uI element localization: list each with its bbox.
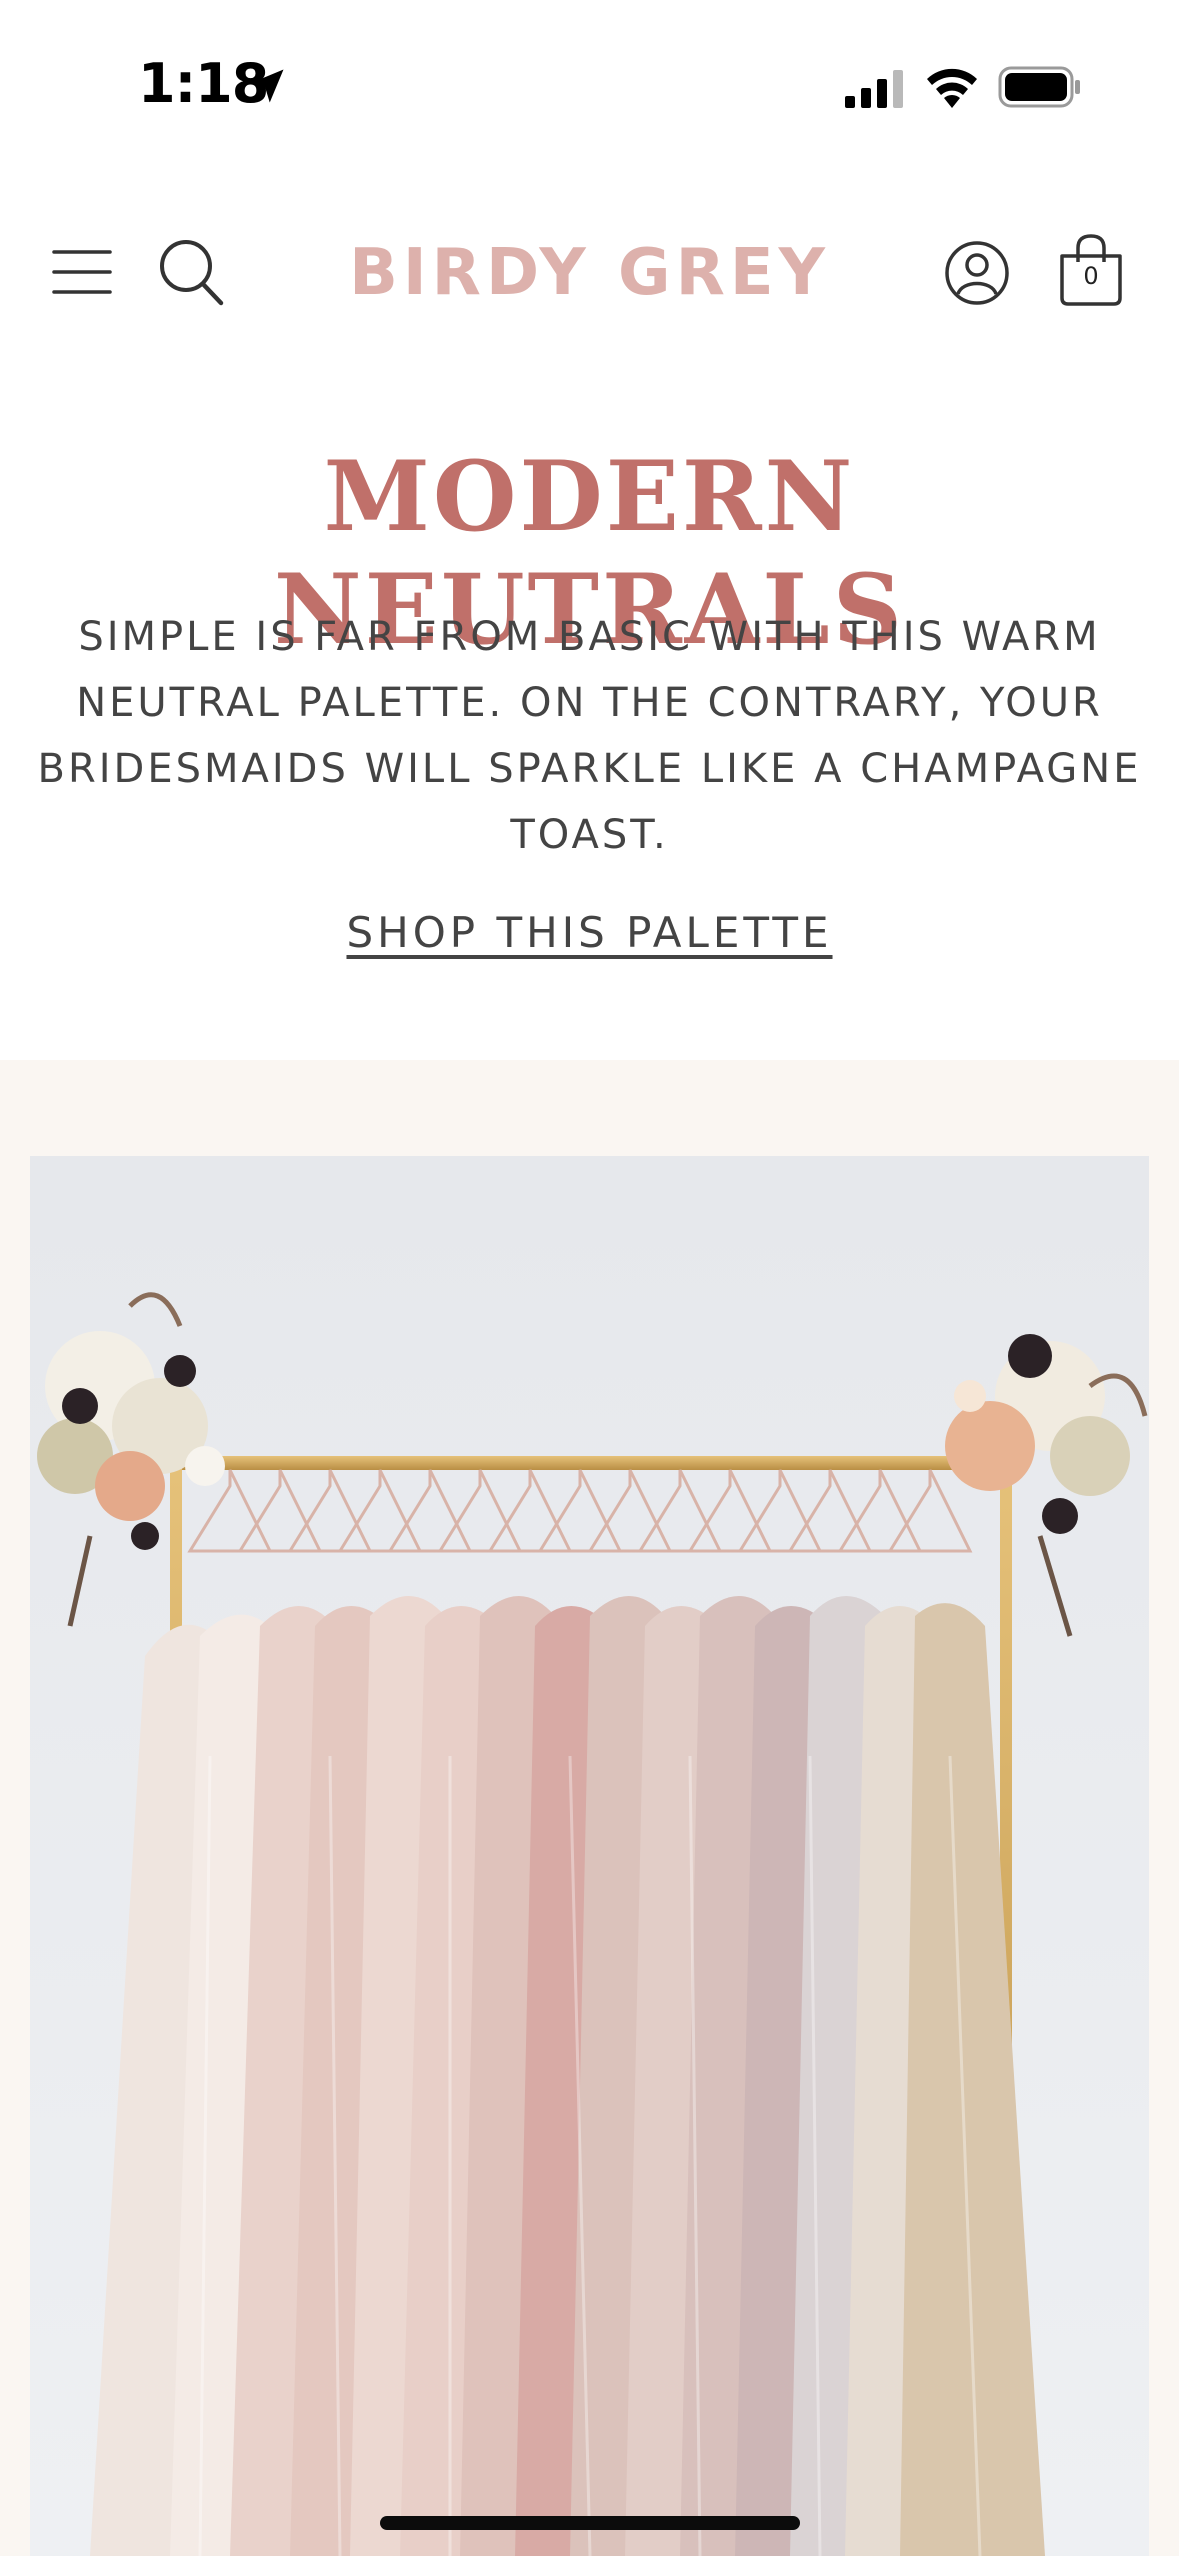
site-header: BIRDY GREY 0: [0, 200, 1179, 350]
battery-icon: [998, 66, 1080, 108]
palette-description: SIMPLE IS FAR FROM BASIC WITH THIS WARM …: [37, 614, 1142, 858]
cart-count: 0: [1083, 262, 1099, 290]
palette-image-section: [0, 1060, 1179, 2556]
cellular-signal-icon: [845, 70, 903, 108]
location-arrow-icon: [250, 69, 284, 103]
home-indicator[interactable]: [380, 2516, 800, 2530]
status-bar: 1:18: [0, 0, 1179, 150]
dress-rack-illustration: [30, 1156, 1149, 2556]
dress-rack-photo[interactable]: [30, 1156, 1149, 2556]
account-icon[interactable]: [944, 240, 1010, 306]
shop-palette-link[interactable]: SHOP THIS PALETTE: [0, 908, 1179, 957]
wifi-icon: [927, 68, 977, 108]
